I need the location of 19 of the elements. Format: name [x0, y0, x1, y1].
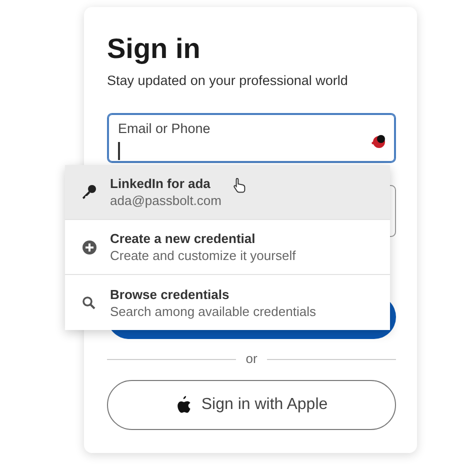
suggestion-title: LinkedIn for ada [110, 175, 210, 192]
suggestion-item[interactable]: LinkedIn for ada ada@passbolt.com [65, 165, 390, 220]
suggestion-subtitle: ada@passbolt.com [110, 192, 222, 209]
divider-label: or [246, 351, 258, 367]
suggestion-title: Browse credentials [110, 286, 230, 302]
suggestion-item[interactable]: Browse credentials Search among available credentials [65, 275, 390, 330]
apple-icon [175, 396, 192, 414]
suggestion-subtitle: Search among available credentials [110, 302, 316, 320]
suggestion-subtitle: Create and customize it yourself [110, 247, 296, 264]
add-icon [80, 240, 98, 254]
subtitle: Stay updated on your professional world [107, 72, 349, 90]
email-field[interactable]: Email or Phone [107, 113, 396, 163]
apple-sign-in-button[interactable]: Sign in with Apple [107, 380, 396, 430]
hand-cursor-icon [233, 177, 247, 193]
page-title: Sign in [107, 32, 202, 66]
suggestion-title: Create a new credential [110, 230, 256, 247]
key-icon [80, 184, 98, 200]
search-icon [80, 296, 98, 310]
suggestion-item[interactable]: Create a new credential Create and customize it yourself [65, 220, 390, 275]
